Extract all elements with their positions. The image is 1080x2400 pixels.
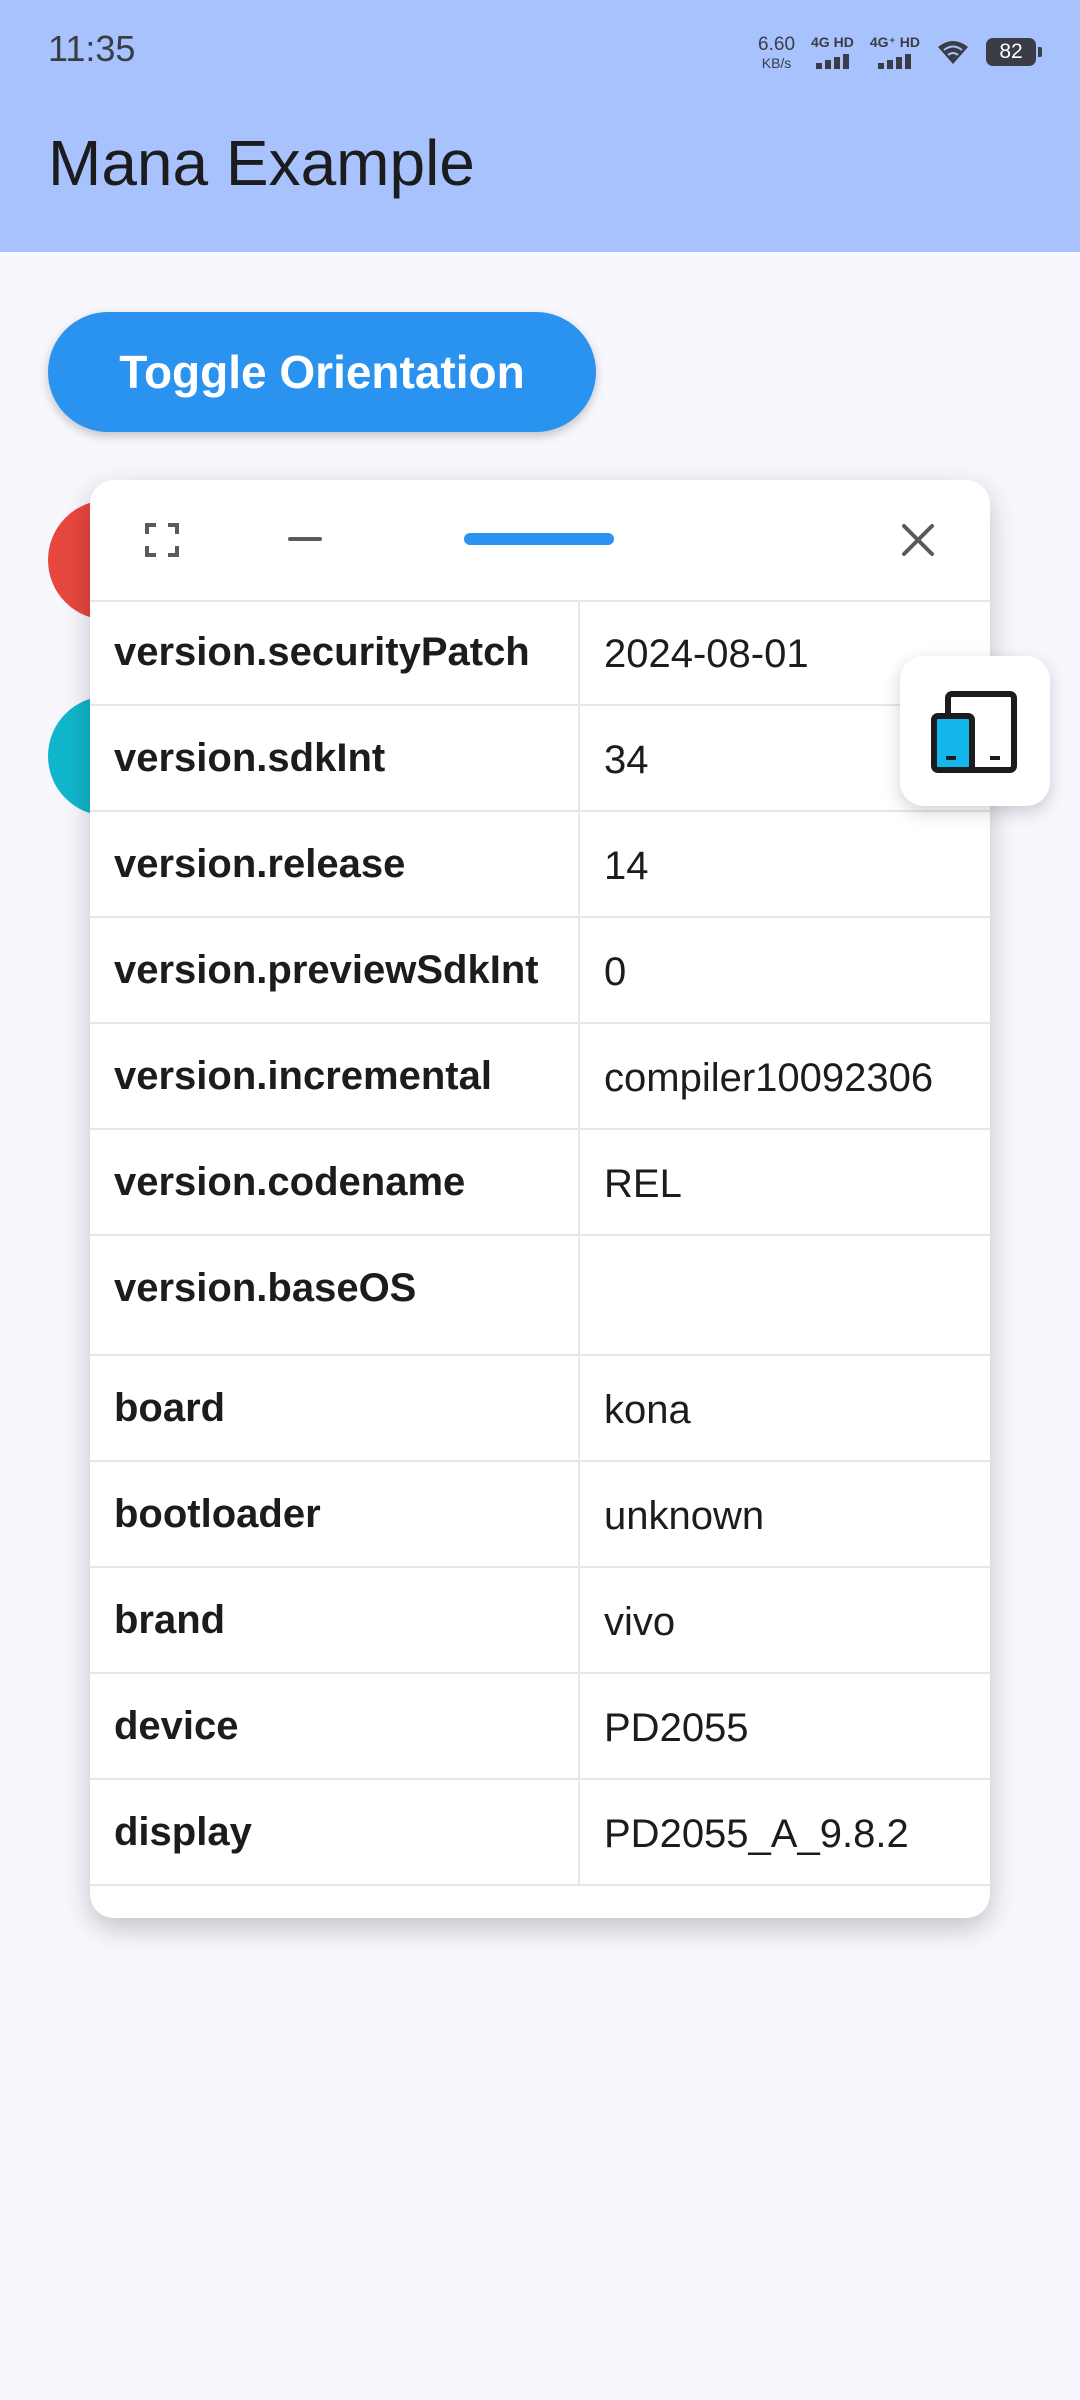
- row-key: display: [90, 1780, 580, 1884]
- row-key: version.previewSdkInt: [90, 918, 580, 1022]
- row-value: [580, 1236, 990, 1354]
- app-title: Mana Example: [48, 127, 475, 199]
- close-icon[interactable]: [900, 522, 936, 558]
- table-row: version.incremental compiler10092306: [90, 1024, 990, 1130]
- table-row: device PD2055: [90, 1674, 990, 1780]
- row-value: PD2055_A_9.8.2: [604, 1812, 909, 1856]
- row-key: version.codename: [90, 1130, 580, 1234]
- device-orientation-button[interactable]: [900, 656, 1050, 806]
- table-row: version.baseOS: [90, 1236, 990, 1356]
- row-key: bootloader: [90, 1462, 580, 1566]
- row-key: brand: [90, 1568, 580, 1672]
- sim2-label: 4G⁺ HD: [869, 34, 920, 50]
- drag-handle[interactable]: [464, 533, 614, 545]
- table-row: board kona: [90, 1356, 990, 1462]
- row-key: version.securityPatch: [90, 600, 580, 704]
- table-row: version.securityPatch 2024-08-01: [90, 600, 990, 706]
- row-value: 14: [604, 844, 649, 888]
- row-key: version.release: [90, 812, 580, 916]
- status-bar: 11:35 6.60 KB/s 4G HD 4G⁺ HD 82: [0, 0, 1080, 100]
- battery-icon: 82: [986, 38, 1042, 66]
- row-value: vivo: [604, 1600, 676, 1644]
- row-key: board: [90, 1356, 580, 1460]
- table-row: brand vivo: [90, 1568, 990, 1674]
- device-info-panel: version.securityPatch 2024-08-01 version…: [90, 480, 990, 1918]
- table-row: bootloader unknown: [90, 1462, 990, 1568]
- table-row: version.codename REL: [90, 1130, 990, 1236]
- table-row: version.release 14: [90, 812, 990, 918]
- status-icons: 6.60 KB/s 4G HD 4G⁺ HD 82: [758, 30, 1042, 74]
- row-value: PD2055: [604, 1706, 749, 1750]
- panel-header: [90, 480, 990, 602]
- row-value: REL: [604, 1162, 682, 1206]
- minimize-icon[interactable]: [288, 537, 322, 541]
- row-value: unknown: [604, 1494, 765, 1538]
- device-info-table: version.securityPatch 2024-08-01 version…: [90, 600, 990, 1886]
- toggle-orientation-button[interactable]: Toggle Orientation: [48, 312, 596, 432]
- status-time: 11:35: [48, 28, 136, 69]
- sim1-label: 4G HD: [811, 34, 854, 50]
- row-key: version.sdkInt: [90, 706, 580, 810]
- row-key: version.incremental: [90, 1024, 580, 1128]
- expand-icon[interactable]: [144, 522, 180, 558]
- table-row: version.sdkInt 34: [90, 706, 990, 812]
- row-value: kona: [604, 1388, 691, 1432]
- row-value: 0: [604, 950, 627, 994]
- table-row: display PD2055_A_9.8.2: [90, 1780, 990, 1886]
- row-key: version.baseOS: [90, 1236, 580, 1354]
- row-value: compiler10092306: [604, 1056, 934, 1100]
- battery-level: 82: [999, 40, 1023, 63]
- network-speed: 6.60 KB/s: [758, 35, 795, 70]
- table-row: version.previewSdkInt 0: [90, 918, 990, 1024]
- wifi-icon: [938, 41, 968, 64]
- sim1-signal-icon: 4G HD: [811, 35, 854, 69]
- row-key: device: [90, 1674, 580, 1778]
- device-orientation-icon: [931, 691, 1017, 773]
- network-speed-value: 6.60: [758, 33, 796, 55]
- app-bar: Mana Example: [0, 100, 1080, 252]
- sim2-signal-icon: 4G⁺ HD: [870, 35, 920, 69]
- network-speed-unit: KB/s: [761, 54, 792, 71]
